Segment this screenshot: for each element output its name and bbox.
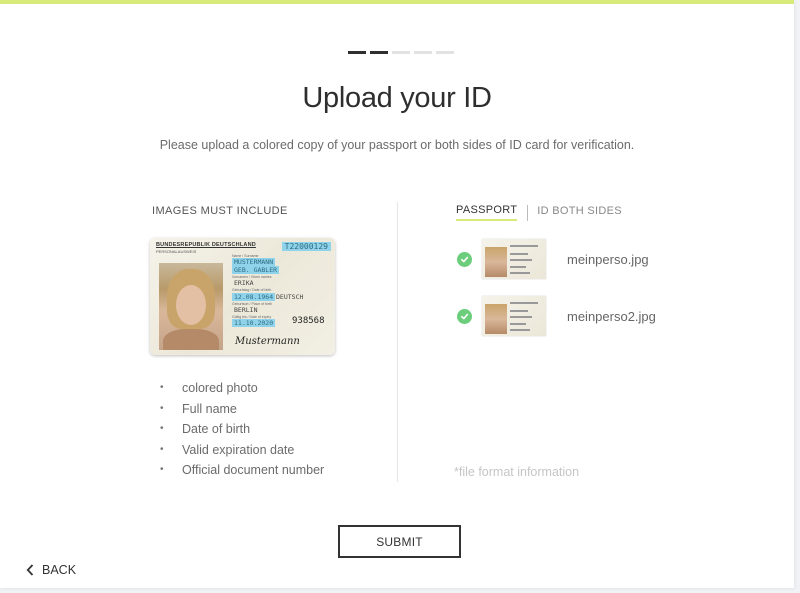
file-thumbnail [482, 239, 546, 279]
card-surname: MUSTERMANN [232, 258, 276, 266]
card-signature: Mustermann [235, 336, 300, 347]
list-item: • colored photo [160, 381, 258, 395]
sample-id-card: BUNDESREPUBLIK DEUTSCHLAND PERSONALAUSWE… [150, 238, 335, 355]
file-format-info-link[interactable]: *file format information [454, 465, 579, 479]
file-name: meinperso2.jpg [567, 308, 656, 324]
page-title: Upload your ID [302, 82, 492, 114]
file-thumbnail [482, 296, 546, 336]
check-circle-icon [457, 251, 472, 267]
uploaded-file-row[interactable]: meinperso2.jpg [456, 295, 676, 337]
check-circle-icon [457, 308, 472, 324]
file-name: meinperso.jpg [567, 251, 649, 267]
back-button[interactable]: BACK [26, 563, 76, 577]
requirements-heading: IMAGES MUST INCLUDE [152, 205, 288, 217]
progress-step-3 [392, 51, 410, 54]
card-expiry-date: 11.10.2020 [232, 319, 276, 327]
list-item: • Valid expiration date [160, 442, 295, 457]
tab-passport[interactable]: PASSPORT [456, 204, 518, 221]
list-item: • Full name [160, 401, 237, 416]
card-access-number: 938568 [292, 316, 325, 326]
document-type-tabs: PASSPORT ID BOTH SIDES [456, 204, 622, 221]
list-item: • Official document number [160, 463, 325, 478]
card-doc-type: PERSONALAUSWEIS [156, 249, 197, 254]
progress-step-4 [414, 51, 432, 54]
tab-id-both-sides[interactable]: ID BOTH SIDES [537, 205, 622, 220]
upload-card: Upload your ID Please upload a colored c… [0, 0, 794, 588]
chevron-left-icon [26, 564, 34, 576]
uploaded-file-row[interactable]: meinperso.jpg [456, 238, 676, 280]
card-number: T22000129 [281, 242, 331, 251]
requirements-list: • colored photo • Full name • Date of birth… [160, 378, 324, 481]
card-place-of-birth: BERLIN [234, 306, 258, 314]
progress-steps [348, 51, 454, 54]
card-given-name: ERIKA [234, 279, 254, 287]
card-country-header: BUNDESREPUBLIK DEUTSCHLAND [156, 242, 256, 248]
back-label: BACK [42, 563, 77, 577]
tab-separator [527, 204, 529, 221]
column-divider [397, 202, 398, 482]
card-nationality: DEUTSCH [276, 293, 304, 301]
progress-step-2 [370, 51, 388, 54]
progress-step-5 [436, 51, 454, 54]
card-photo [159, 263, 223, 350]
page-subtitle: Please upload a colored copy of your pas… [159, 138, 635, 152]
list-item: • Date of birth [160, 422, 251, 437]
card-birth-name: GEB. GABLER [232, 266, 280, 274]
progress-step-1 [348, 51, 366, 54]
submit-button[interactable]: SUBMIT [338, 525, 461, 558]
card-date-of-birth: 12.08.1964 [232, 293, 276, 301]
